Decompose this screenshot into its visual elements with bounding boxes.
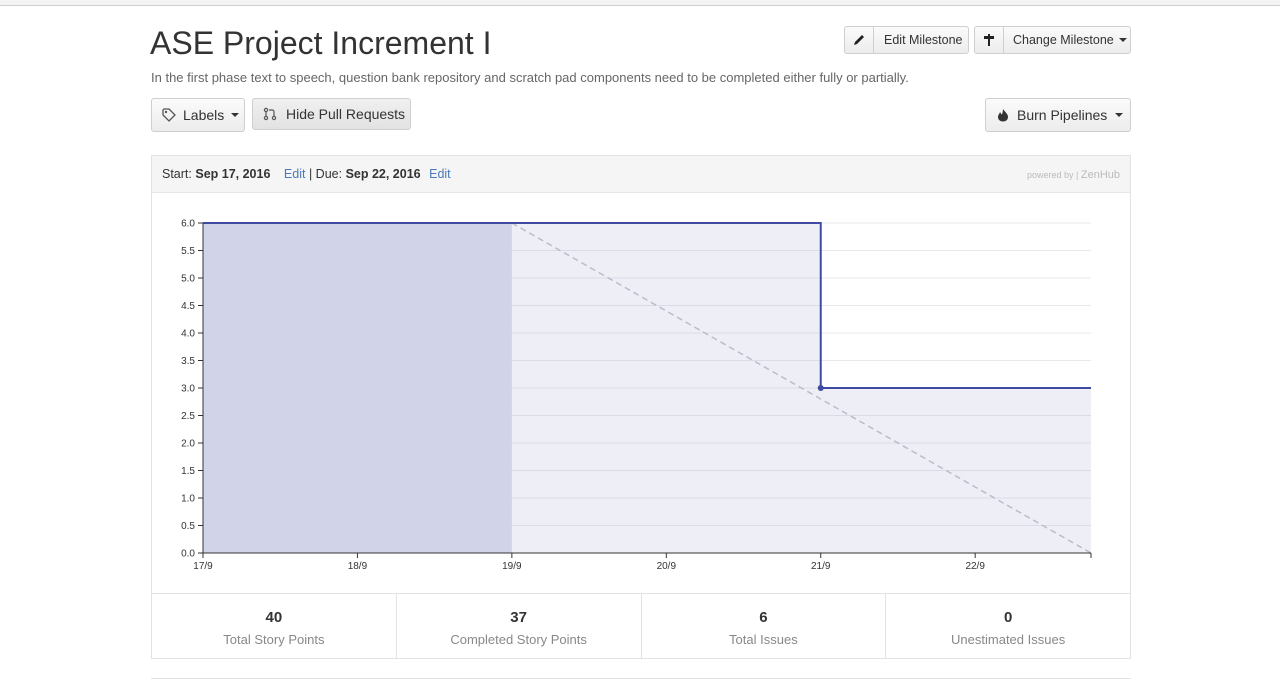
stat-value: 37 [510, 609, 527, 626]
y-tick-label: 2.5 [181, 411, 195, 422]
stat-label: Unestimated Issues [951, 632, 1066, 647]
y-tick-label: 2.0 [181, 439, 195, 450]
burndown-panel: Start: Sep 17, 2016 Edit | Due: Sep 22, … [151, 155, 1131, 659]
page-title: ASE Project Increment I [150, 25, 492, 61]
labels-label: Labels [183, 107, 225, 123]
tag-icon [162, 108, 176, 122]
hide-pull-requests-button[interactable]: Hide Pull Requests [252, 98, 411, 130]
bottom-divider [151, 678, 1131, 679]
start-date: Sep 17, 2016 [195, 167, 271, 181]
panel-header: Start: Sep 17, 2016 Edit | Due: Sep 22, … [152, 156, 1130, 193]
zenhub-brand: ZenHub [1080, 169, 1120, 181]
stat-unestimated-issues: 0 Unestimated Issues [886, 594, 1130, 659]
x-tick-label: 19/9 [502, 561, 522, 572]
due-date: Sep 22, 2016 [345, 167, 421, 181]
chevron-down-icon [1118, 38, 1127, 42]
milestone-description: In the first phase text to speech, quest… [151, 70, 909, 85]
x-tick-label: 17/9 [193, 561, 213, 572]
stat-total-issues: 6 Total Issues [642, 594, 887, 659]
y-tick-label: 3.5 [181, 356, 195, 367]
edit-due-link[interactable]: Edit [429, 167, 451, 181]
x-tick-label: 21/9 [811, 561, 831, 572]
powered-prefix: powered by | [1026, 170, 1079, 180]
milestone-dates: Start: Sep 17, 2016 Edit | Due: Sep 22, … [162, 167, 451, 181]
edit-milestone-button[interactable]: Edit Milestone [844, 26, 969, 54]
data-point [817, 385, 824, 391]
top-border [0, 0, 1280, 6]
y-tick-label: 1.0 [181, 494, 195, 505]
change-milestone-label: Change Milestone [1013, 33, 1114, 47]
burn-pipelines-button[interactable]: Burn Pipelines [985, 98, 1131, 132]
stat-label: Total Issues [729, 632, 798, 647]
y-tick-label: 0.0 [181, 549, 195, 560]
y-tick-label: 5.5 [181, 246, 195, 257]
powered-by: powered by | ZenHub [1027, 169, 1120, 181]
chevron-down-icon [231, 113, 240, 117]
chevron-down-icon [1115, 113, 1124, 117]
y-tick-label: 0.5 [181, 521, 195, 532]
edit-milestone-label: Edit Milestone [884, 33, 963, 47]
stat-value: 40 [265, 609, 283, 626]
due-label: Due: [315, 167, 343, 181]
stat-total-story-points: 40 Total Story Points [152, 594, 397, 659]
x-tick-label: 22/9 [965, 561, 985, 572]
burndown-chart: 0.0 0.5 1.0 1.5 2.0 2.5 3.0 3.5 4.0 4.5 5.0 5.5 6.0 1… [181, 219, 1092, 572]
stat-label: Total Story Points [223, 632, 325, 647]
y-tick-label: 6.0 [181, 219, 195, 230]
chart-marks [203, 222, 1092, 554]
pull-request-icon [263, 107, 277, 121]
y-tick-label: 5.0 [181, 274, 195, 285]
start-label: Start: [162, 167, 192, 181]
y-tick-label: 4.0 [181, 329, 195, 340]
date-separator: | [308, 167, 313, 181]
x-tick-label: 20/9 [657, 561, 677, 572]
y-tick-label: 3.0 [181, 384, 195, 395]
stat-value: 6 [759, 609, 768, 626]
burn-pipelines-label: Burn Pipelines [1017, 107, 1108, 123]
stats-row: 40 Total Story Points 37 Completed Story… [152, 593, 1130, 659]
y-tick-label: 1.5 [181, 466, 195, 477]
stat-label: Completed Story Points [450, 632, 587, 647]
stat-value: 0 [1003, 609, 1013, 626]
x-tick-label: 18/9 [348, 561, 368, 572]
labels-dropdown-button[interactable]: Labels [151, 98, 245, 132]
pencil-icon [852, 33, 866, 47]
y-tick-label: 4.5 [181, 301, 195, 312]
change-milestone-button[interactable]: Change Milestone [974, 26, 1131, 54]
edit-start-link[interactable]: Edit [284, 167, 306, 181]
fire-icon [996, 108, 1010, 122]
milestone-signpost-icon [982, 33, 996, 47]
stat-completed-story-points: 37 Completed Story Points [397, 594, 642, 659]
hide-pull-requests-label: Hide Pull Requests [286, 106, 406, 122]
